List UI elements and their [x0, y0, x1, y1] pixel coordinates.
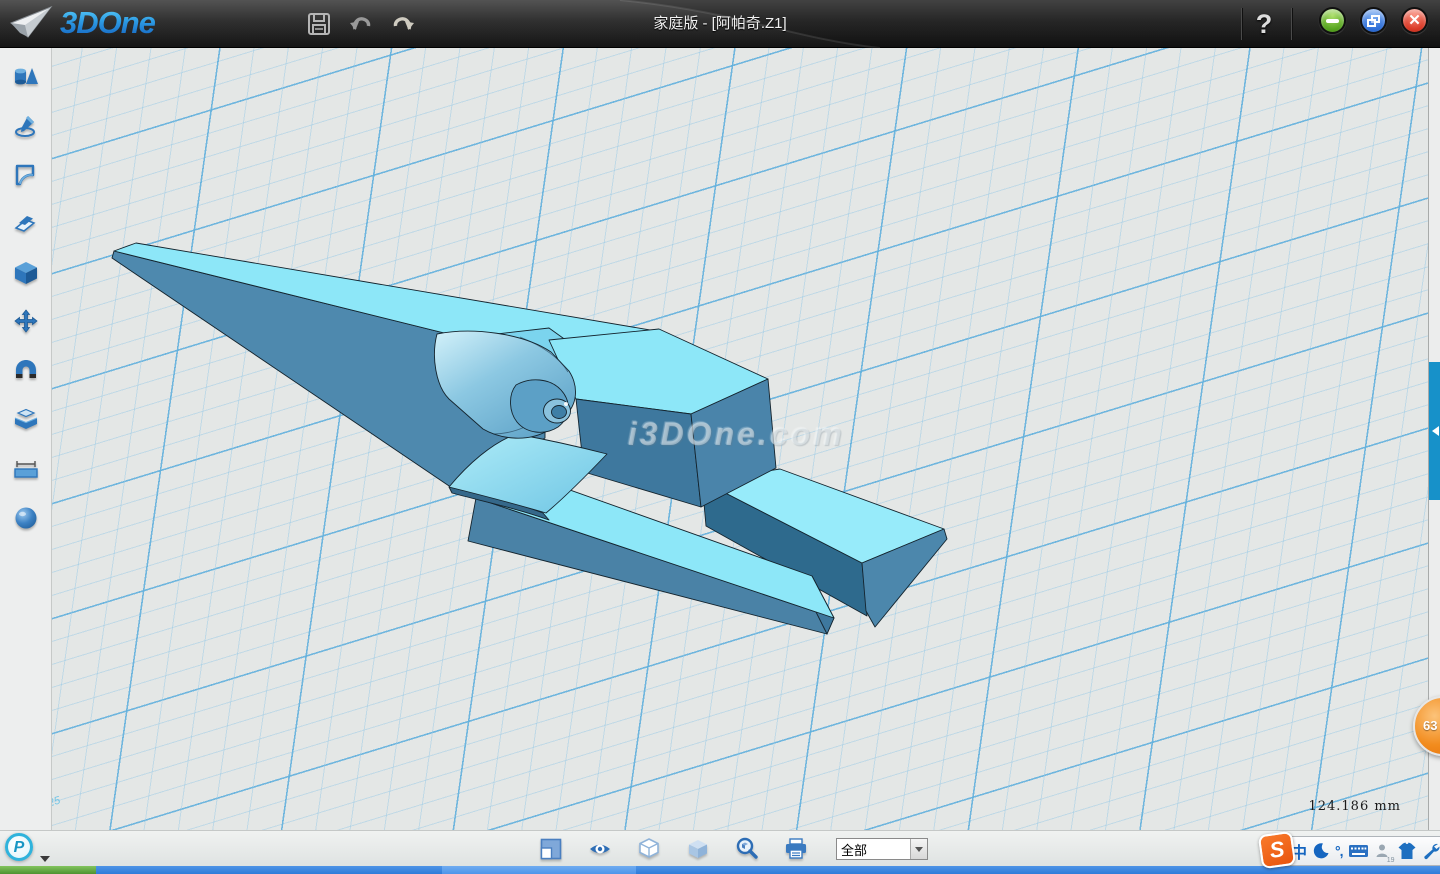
ime-settings-button[interactable]: [1421, 838, 1440, 864]
badge-count: 63: [1423, 718, 1437, 733]
titlebar-divider: [1291, 8, 1292, 40]
application-window: 3DOne: [0, 0, 1440, 874]
ime-soft-keyboard-button[interactable]: [1347, 838, 1370, 864]
sidebar-item-feature-trim[interactable]: [11, 211, 41, 237]
tshirt-icon: [1397, 842, 1417, 860]
sphere-icon: [12, 505, 40, 531]
stack-box-icon: [12, 407, 40, 433]
wrench-icon: [1422, 842, 1440, 860]
redo-button[interactable]: [390, 11, 416, 37]
filter-value: 全部: [837, 840, 910, 859]
print-button[interactable]: [783, 836, 809, 862]
tool-sidebar: [0, 48, 52, 830]
account-badge: 19: [1387, 857, 1395, 864]
wireframe-cube-icon: [636, 836, 662, 862]
sidebar-item-sketch-edit[interactable]: [11, 162, 41, 188]
save-icon: [306, 11, 332, 37]
paper-plane-icon: [8, 3, 54, 43]
close-button[interactable]: ✕: [1401, 7, 1428, 34]
view-corner-icon: [538, 836, 564, 862]
caret-down-icon[interactable]: [40, 856, 50, 862]
display-filter-select[interactable]: 全部: [836, 838, 928, 860]
titlebar-divider: [1241, 8, 1242, 40]
ime-skin-button[interactable]: [1396, 838, 1418, 864]
save-button[interactable]: [306, 11, 332, 37]
taskbar-active-task-segment[interactable]: [442, 866, 636, 874]
titlebar-swoosh: [0, 0, 1440, 48]
profile-p-button[interactable]: P: [5, 833, 33, 861]
sidebar-item-magnet-assembly[interactable]: [11, 358, 41, 384]
sidebar-item-primitive-solids[interactable]: [11, 64, 41, 90]
ime-toolbar: S 中 °, 19: [1275, 836, 1440, 866]
minus-icon: [1326, 19, 1339, 23]
taskbar-strip: [0, 866, 1440, 874]
magnet-icon: [12, 358, 40, 384]
panel-collapse-tab[interactable]: [1429, 362, 1440, 500]
minimize-button[interactable]: [1319, 7, 1346, 34]
wireframe-view-button[interactable]: [636, 836, 662, 862]
close-icon: ✕: [1408, 13, 1421, 28]
sidebar-item-measure-bar[interactable]: [11, 456, 41, 482]
help-button[interactable]: ?: [1246, 6, 1282, 42]
ime-width-toggle[interactable]: [1311, 838, 1331, 864]
dropdown-arrow-icon[interactable]: [910, 839, 927, 859]
visibility-button[interactable]: [587, 836, 613, 862]
taskbar-start-segment[interactable]: [0, 866, 96, 874]
shaded-cube-icon: [685, 836, 711, 862]
bottom-toolbar: P: [0, 830, 1440, 866]
collapse-arrow-icon: [1432, 426, 1439, 436]
app-logo-text: 3DOne: [60, 5, 163, 41]
eye-icon: [587, 836, 613, 862]
magnifier-icon: [734, 836, 760, 862]
sketch-draw-icon: [12, 113, 40, 139]
app-logo: 3DOne: [8, 3, 163, 43]
dimension-readout: 124.186 mm: [1308, 799, 1401, 814]
sidebar-item-material-sphere[interactable]: [11, 505, 41, 531]
sidebar-item-pattern-stack[interactable]: [11, 407, 41, 433]
grid-plane: [52, 48, 1428, 830]
viewport-canvas[interactable]: i3DOne.com 25 124.186 mm: [52, 48, 1428, 830]
sidebar-item-special-shape[interactable]: [11, 260, 41, 286]
primitive-solids-icon: [12, 64, 40, 90]
redo-icon: [390, 11, 416, 37]
sketch-edit-icon: [12, 162, 40, 188]
measure-icon: [12, 456, 40, 482]
move-arrows-icon: [12, 309, 40, 335]
restore-button[interactable]: [1360, 7, 1387, 34]
title-bar: 3DOne: [0, 0, 1440, 48]
view-corner-button[interactable]: [538, 836, 564, 862]
zoom-button[interactable]: [734, 836, 760, 862]
ime-logo-button[interactable]: S: [1258, 831, 1296, 869]
keyboard-icon: [1348, 842, 1369, 860]
sidebar-item-move-transform[interactable]: [11, 309, 41, 335]
ime-punctuation-toggle[interactable]: °,: [1334, 838, 1344, 864]
undo-icon: [348, 11, 374, 37]
halfwidth-moon-icon: [1312, 842, 1330, 860]
shaded-view-button[interactable]: [685, 836, 711, 862]
taskbar-segment[interactable]: [96, 866, 442, 874]
cube-icon: [12, 260, 40, 286]
sidebar-item-sketch-draw[interactable]: [11, 113, 41, 139]
feature-trim-icon: [12, 211, 40, 237]
printer-icon: [783, 836, 809, 862]
ime-account-button[interactable]: 19: [1373, 838, 1393, 864]
undo-button[interactable]: [348, 11, 374, 37]
restore-icon: [1367, 15, 1380, 27]
taskbar-segment[interactable]: [636, 866, 1440, 874]
